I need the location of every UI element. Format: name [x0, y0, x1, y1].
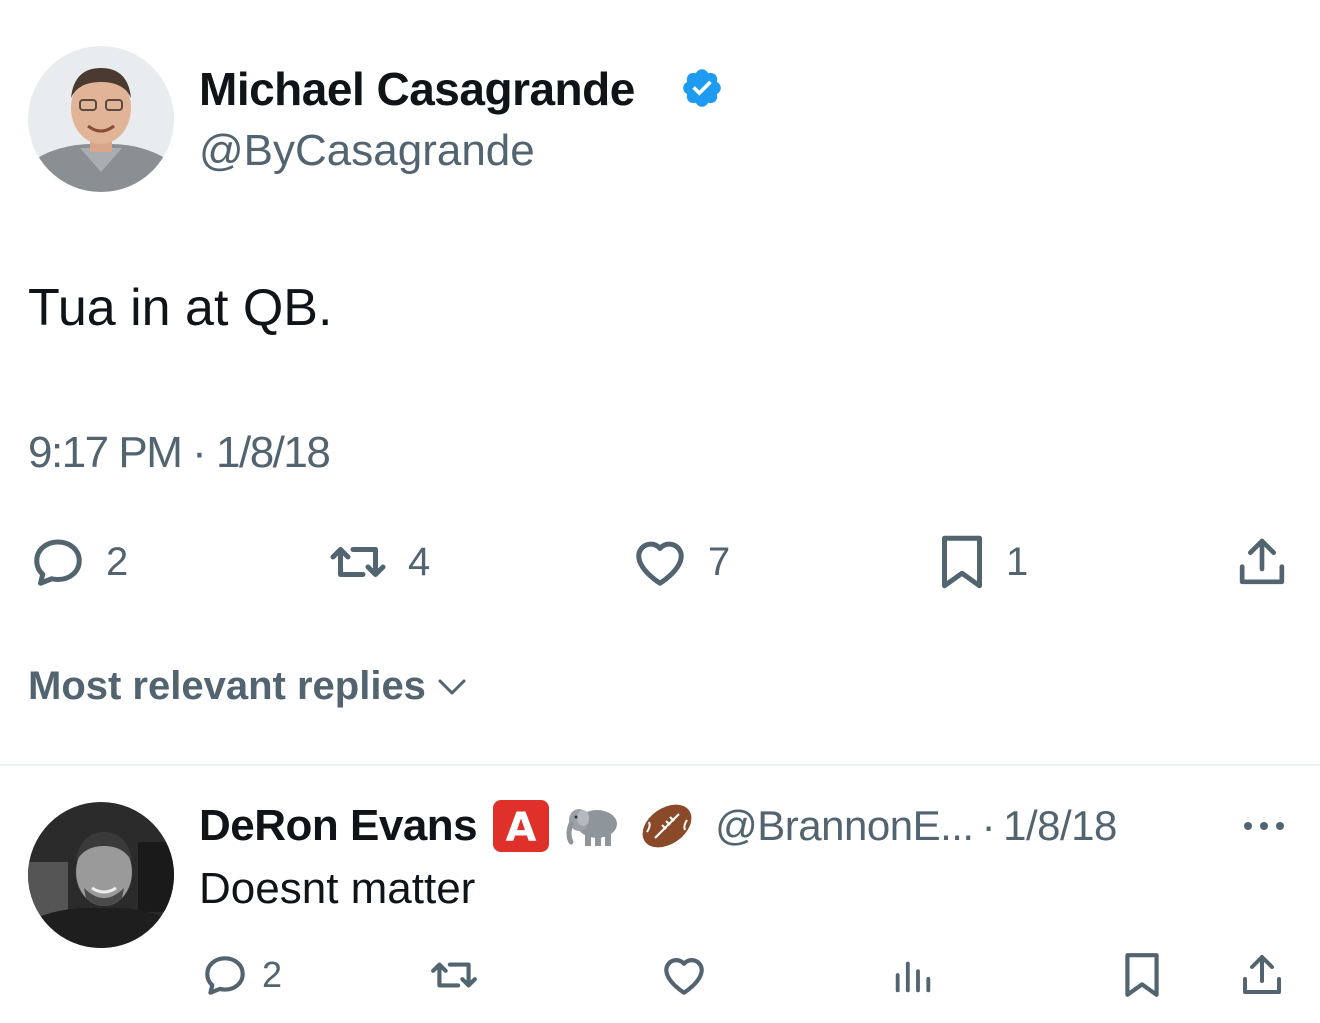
views-chart-icon	[895, 961, 931, 993]
share-icon	[1239, 538, 1285, 585]
reply-author-avatar[interactable]	[28, 802, 174, 948]
retweet-icon	[431, 962, 477, 988]
share-button[interactable]	[1234, 532, 1290, 592]
reply-button[interactable]: 2	[28, 532, 128, 592]
chevron-down-icon	[438, 679, 466, 694]
reply-icon	[205, 956, 245, 995]
bookmark-button[interactable]: 1	[936, 532, 1028, 592]
reply-retweet-button[interactable]	[426, 950, 482, 1000]
reply-count: 2	[106, 539, 129, 584]
like-count: 7	[708, 539, 731, 584]
heart-icon	[664, 958, 704, 995]
author-name[interactable]: Michael Casagrande	[199, 62, 635, 116]
author-avatar[interactable]	[28, 46, 174, 192]
letter-a-badge-icon: A	[491, 798, 551, 854]
reply-share-button[interactable]	[1238, 950, 1286, 1000]
tweet-detail-page: Michael Casagrande @ByCasagrande Tua in …	[0, 0, 1320, 1023]
reply-views-button[interactable]	[890, 950, 936, 1000]
reply-reply-button[interactable]: 2	[200, 950, 282, 1000]
reply-like-button[interactable]	[658, 950, 710, 1000]
tweet-time: 9:17 PM	[28, 428, 183, 477]
bookmark-icon	[942, 535, 982, 589]
reply-author-name[interactable]: DeRon Evans	[199, 801, 478, 851]
replies-sort-label: Most relevant replies	[28, 664, 426, 708]
more-options-icon[interactable]	[1240, 816, 1288, 841]
reply-reply-count: 2	[262, 954, 283, 995]
replies-sort-dropdown[interactable]: Most relevant replies	[28, 664, 470, 709]
tweet-text: Tua in at QB.	[28, 279, 333, 337]
bookmark-count: 1	[1006, 539, 1029, 584]
football-icon	[637, 798, 697, 854]
elephant-icon	[565, 800, 623, 852]
meta-separator: ·	[192, 428, 207, 477]
bookmark-icon	[1125, 953, 1159, 997]
author-handle[interactable]: @ByCasagrande	[199, 126, 535, 176]
reply-meta-separator: ·	[981, 802, 996, 849]
reply-author-handle[interactable]: @BrannonE...	[715, 802, 974, 850]
reply-date[interactable]: 1/8/18	[1003, 802, 1117, 850]
tweet-date: 1/8/18	[216, 428, 331, 477]
share-icon	[1243, 955, 1281, 994]
retweet-count: 4	[408, 539, 431, 584]
divider	[0, 764, 1320, 766]
like-button[interactable]: 7	[630, 532, 730, 592]
reply-bookmark-button[interactable]	[1120, 950, 1164, 1000]
retweet-button[interactable]: 4	[326, 532, 430, 592]
retweet-icon	[330, 547, 386, 577]
verified-badge-icon	[680, 66, 724, 110]
reply-icon	[34, 539, 82, 586]
heart-icon	[636, 541, 684, 586]
svg-text:A: A	[506, 805, 537, 851]
reply-text: Doesnt matter	[199, 864, 476, 913]
tweet-timestamp[interactable]: 9:17 PM · 1/8/18	[28, 428, 331, 478]
reply-header: DeRon Evans A @BrannonE... · 1/8/18	[199, 796, 1117, 856]
